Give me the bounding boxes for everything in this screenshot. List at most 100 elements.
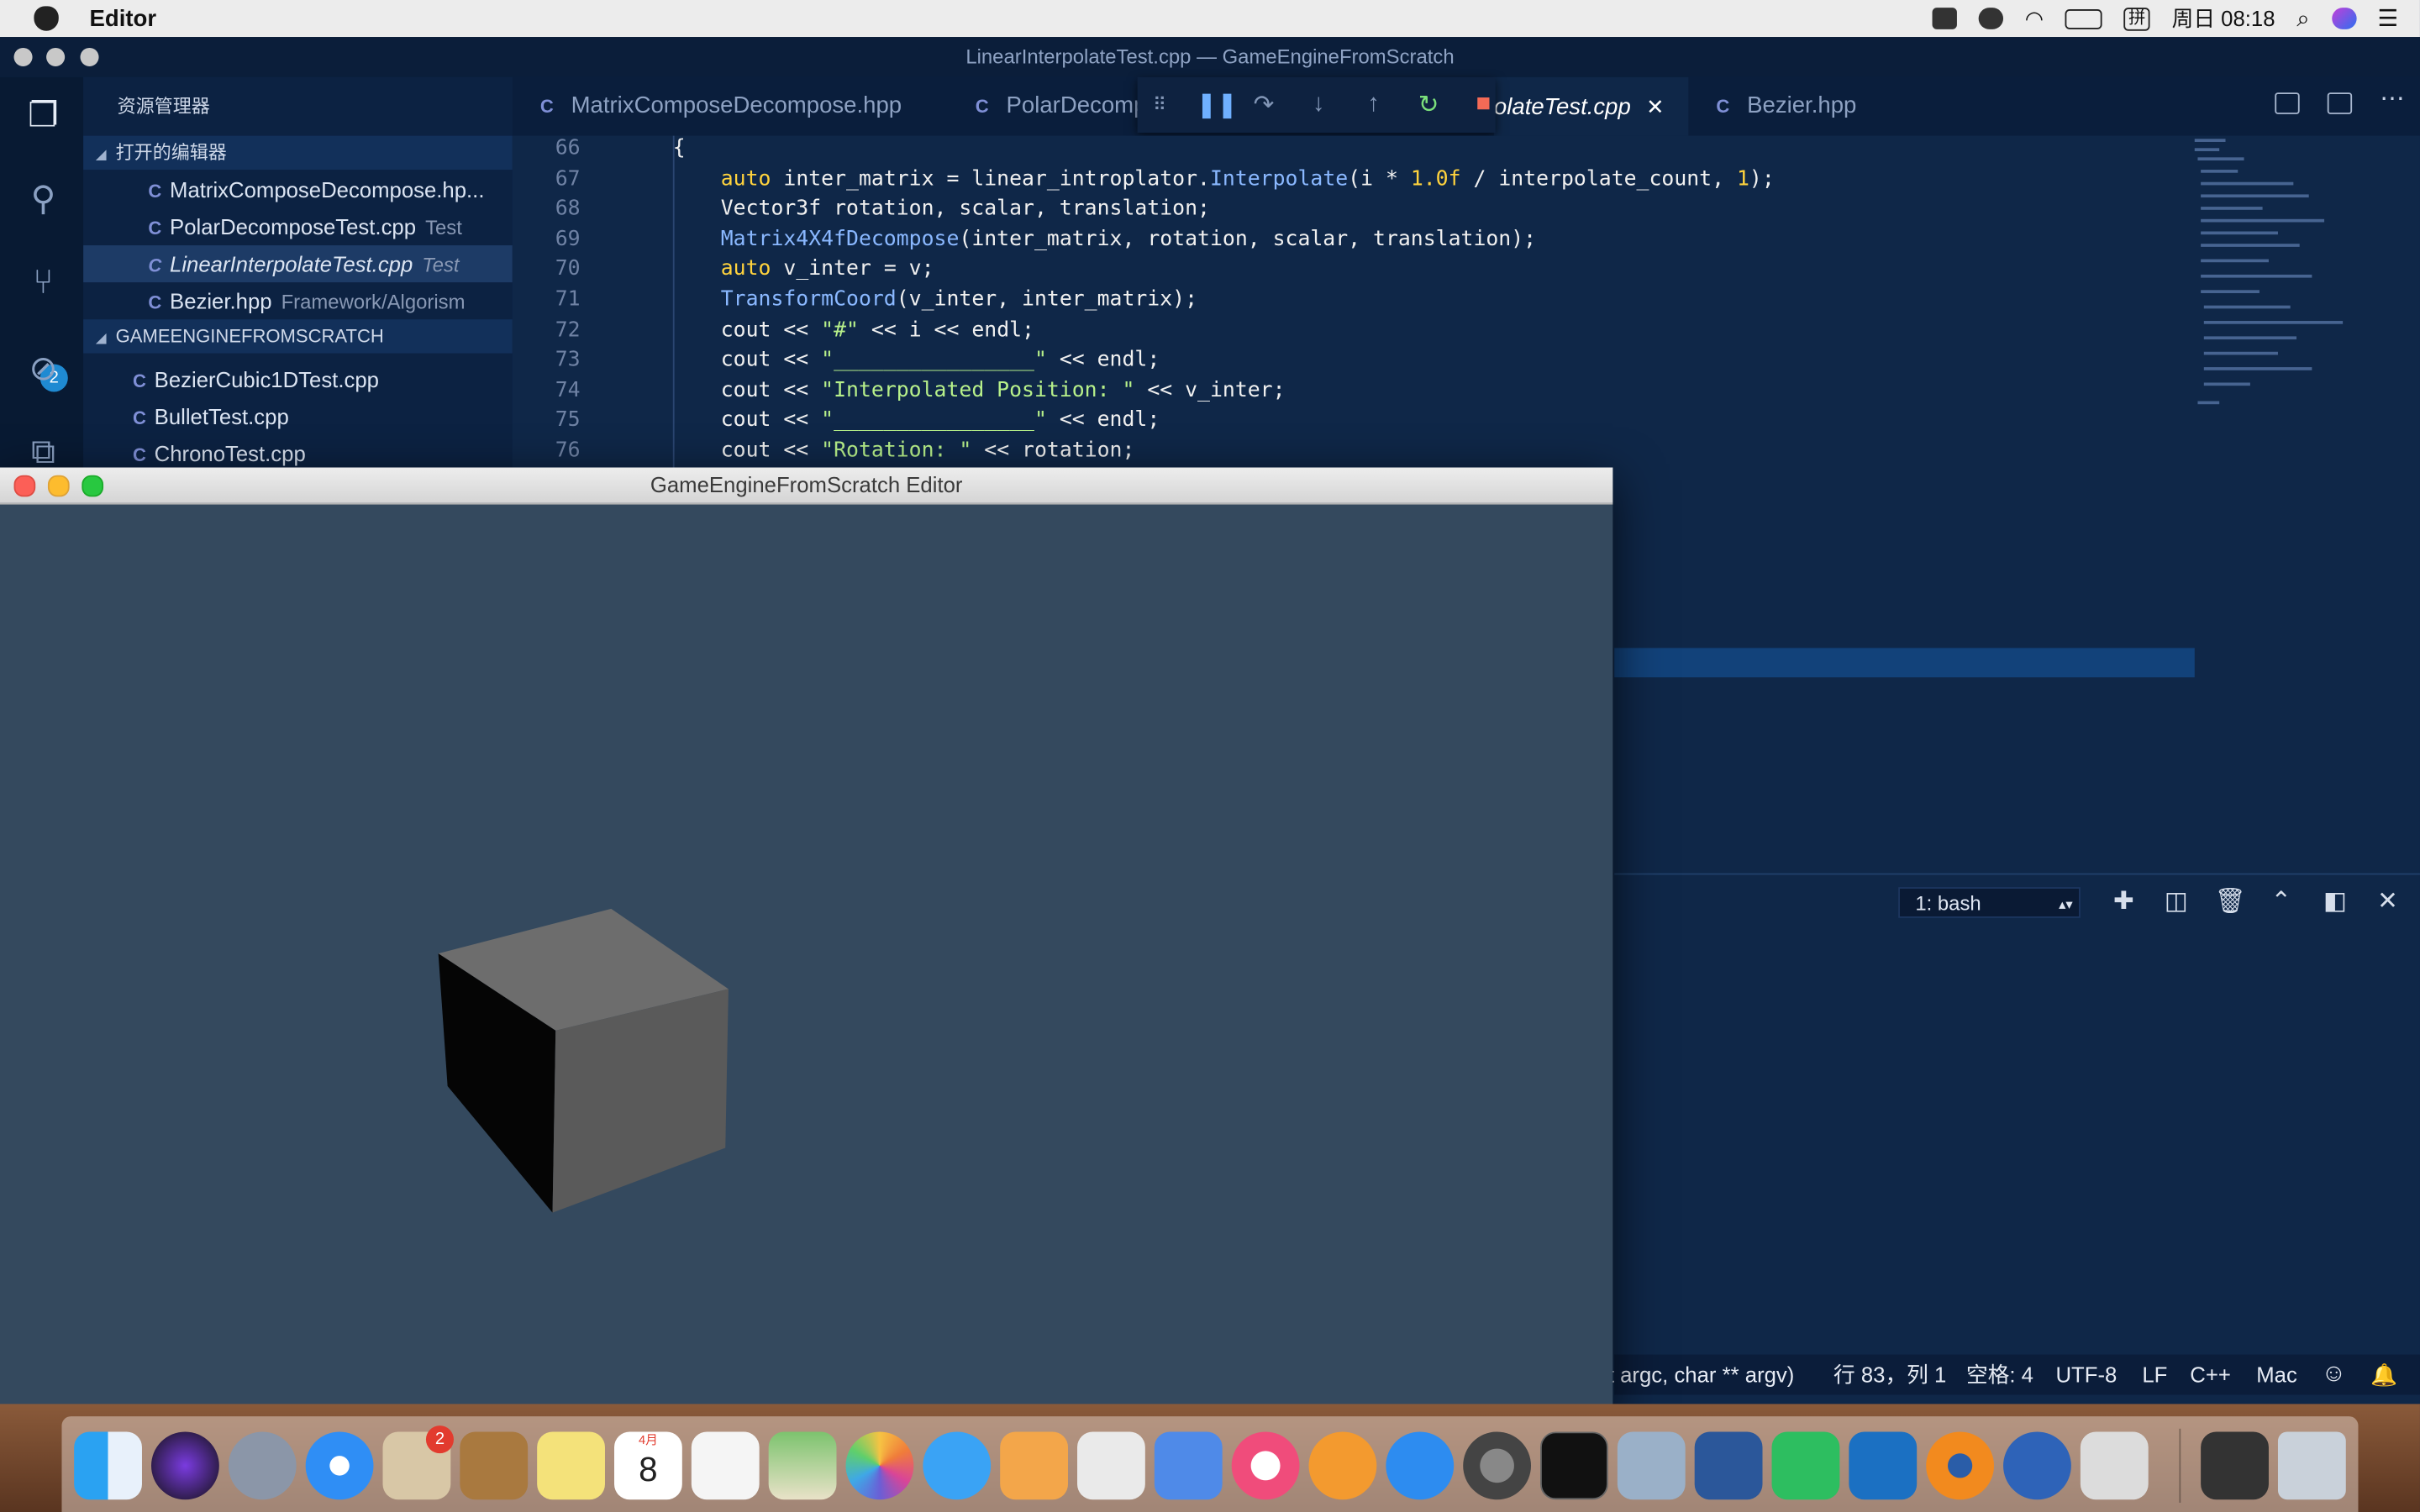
extensions-icon[interactable]: ⧉	[24, 432, 64, 472]
apple-icon[interactable]	[34, 6, 59, 31]
code-text: {	[672, 135, 686, 161]
open-editor-item-active[interactable]: C LinearInterpolateTest.cpp Test	[83, 245, 513, 283]
pages-icon[interactable]	[1000, 1431, 1068, 1500]
terminal-panel[interactable]: 1: bash ▴▾ ✚ ◫ 🗑 ⌃ ◧ ✕	[1614, 873, 2420, 1357]
tab-bezier[interactable]: C Bezier.hpp	[1716, 77, 1856, 136]
window-title: LinearInterpolateTest.cpp — GameEngineFr…	[965, 45, 1455, 68]
file-item[interactable]: C ChronoTest.cpp	[83, 435, 513, 472]
expand-icon: ◢	[95, 146, 107, 162]
itunes-icon[interactable]	[1231, 1431, 1300, 1500]
open-editors-section[interactable]: ◢ 打开的编辑器	[83, 135, 513, 171]
source-control-icon[interactable]: ⑂	[24, 262, 64, 302]
keynote-icon[interactable]	[1154, 1431, 1223, 1500]
tab-polar-decompose[interactable]: C PolarDecomp	[976, 77, 1147, 136]
open-editor-item[interactable]: C MatrixComposeDecompose.hp...	[83, 171, 513, 208]
file-item[interactable]: C BulletTest.cpp	[83, 398, 513, 435]
game-editor-window[interactable]: GameEngineFromScratch Editor	[0, 467, 1613, 1409]
battery-icon[interactable]	[2065, 8, 2102, 29]
split-editor-icon[interactable]	[2327, 92, 2353, 114]
photos-icon[interactable]	[845, 1431, 914, 1500]
code-keyword: auto	[720, 165, 771, 192]
status-encoding[interactable]: UTF-8	[2055, 1355, 2117, 1395]
calendar-icon[interactable]: 4月 8	[614, 1431, 682, 1500]
app-store-icon[interactable]	[1386, 1431, 1455, 1500]
docker-icon[interactable]	[1932, 8, 1957, 29]
numbers-icon[interactable]	[1077, 1431, 1145, 1500]
code-text: << v_inter;	[1134, 377, 1286, 403]
drag-handle-icon[interactable]: ⠿	[1153, 94, 1166, 116]
trash-icon[interactable]	[2277, 1431, 2346, 1500]
blender-icon[interactable]	[1926, 1431, 1995, 1500]
code-keyword: auto	[720, 256, 771, 281]
notes-icon[interactable]	[537, 1431, 605, 1500]
notifications-icon[interactable]: 🔔	[2370, 1355, 2397, 1395]
kill-terminal-icon[interactable]: 🗑	[2215, 887, 2246, 918]
status-language[interactable]: C++	[2190, 1355, 2231, 1395]
books-icon[interactable]	[1308, 1431, 1377, 1500]
clock[interactable]: 周日 08:18	[2172, 3, 2275, 34]
evernote-icon[interactable]	[1978, 8, 2004, 29]
status-eol[interactable]: LF	[2142, 1355, 2167, 1395]
quicktime-icon[interactable]	[2003, 1431, 2071, 1500]
wifi-icon[interactable]: ◠	[2025, 5, 2044, 31]
debug-icon[interactable]: ⊘	[24, 349, 64, 389]
status-platform[interactable]: Mac	[2256, 1355, 2297, 1395]
messages-icon[interactable]	[923, 1431, 992, 1500]
new-terminal-icon[interactable]: ✚	[2110, 887, 2138, 918]
close-tab-icon[interactable]: ✕	[1646, 94, 1665, 118]
code-line: cout << "Rotation: " << rotation;	[721, 438, 1135, 463]
terminal-selector[interactable]: 1: bash ▴▾	[1898, 887, 2081, 918]
file-item[interactable]: C BezierCubic1DTest.cpp	[83, 361, 513, 398]
notification-center-icon[interactable]: ☰	[2378, 5, 2399, 32]
tab-linear-interpolate[interactable]: olateTest.cpp ✕	[1493, 76, 1689, 136]
split-terminal-icon[interactable]: ◫	[2162, 887, 2190, 918]
more-actions-icon[interactable]: ⋯	[2380, 87, 2404, 114]
preview-icon[interactable]	[1617, 1431, 1686, 1500]
game-close-button[interactable]	[13, 475, 36, 497]
open-editor-item[interactable]: C Bezier.hpp Framework/Algorism	[83, 282, 513, 319]
explorer-icon[interactable]: ❐	[24, 96, 64, 136]
toggle-panel-position-icon[interactable]: ◧	[2321, 887, 2349, 918]
word-icon[interactable]	[1694, 1431, 1763, 1500]
safari-icon[interactable]	[305, 1431, 374, 1500]
tab-matrix-compose[interactable]: C MatrixComposeDecompose.hpp	[540, 77, 902, 136]
maps-icon[interactable]	[768, 1431, 837, 1500]
system-preferences-icon[interactable]	[1463, 1431, 1532, 1500]
step-over-icon[interactable]: ↷	[1252, 90, 1276, 121]
vscode-icon[interactable]	[1849, 1431, 1918, 1500]
maximize-panel-icon[interactable]: ⌃	[2267, 887, 2295, 918]
app-menu[interactable]: Editor	[90, 5, 157, 31]
terminal-icon[interactable]	[1540, 1431, 1608, 1500]
input-method-icon[interactable]: 拼	[2123, 7, 2150, 30]
launchpad-icon[interactable]	[228, 1431, 297, 1500]
finder-icon[interactable]	[74, 1431, 142, 1500]
close-window-button[interactable]	[13, 47, 33, 66]
zoom-window-button[interactable]	[80, 47, 99, 66]
minimize-window-button[interactable]	[46, 47, 66, 66]
feedback-icon[interactable]: ☺	[2321, 1355, 2346, 1395]
status-cursor-position[interactable]: 行 83，列 1	[1833, 1355, 1946, 1395]
restart-icon[interactable]: ↻	[1417, 90, 1441, 121]
instruments-icon[interactable]	[2080, 1431, 2149, 1500]
evernote-dock-icon[interactable]	[1771, 1431, 1840, 1500]
project-section[interactable]: ◢ GAMEENGINEFROMSCRATCH	[83, 319, 513, 354]
step-into-icon[interactable]: ↓	[1307, 91, 1331, 118]
siri-icon[interactable]	[150, 1431, 219, 1500]
open-editor-item[interactable]: C PolarDecomposeTest.cpp Test	[83, 208, 513, 245]
search-icon[interactable]: ⚲	[24, 179, 64, 219]
stop-icon[interactable]: ■	[1471, 91, 1496, 118]
spotlight-icon[interactable]: ⌕	[2296, 5, 2309, 31]
close-panel-icon[interactable]: ✕	[2374, 887, 2402, 918]
status-indentation[interactable]: 空格: 4	[1966, 1355, 2033, 1395]
game-zoom-button[interactable]	[82, 475, 104, 497]
pause-icon[interactable]: ❚❚	[1196, 90, 1237, 121]
step-out-icon[interactable]: ↑	[1361, 91, 1386, 118]
contacts-icon[interactable]	[460, 1431, 529, 1500]
open-preview-icon[interactable]	[2275, 92, 2300, 114]
downloads-stack-icon[interactable]	[2201, 1431, 2269, 1500]
siri-icon[interactable]	[2331, 8, 2356, 29]
minimap[interactable]	[2191, 136, 2376, 429]
reminders-icon[interactable]	[691, 1431, 760, 1500]
code-text: );	[1749, 165, 1775, 192]
game-minimize-button[interactable]	[47, 475, 70, 497]
